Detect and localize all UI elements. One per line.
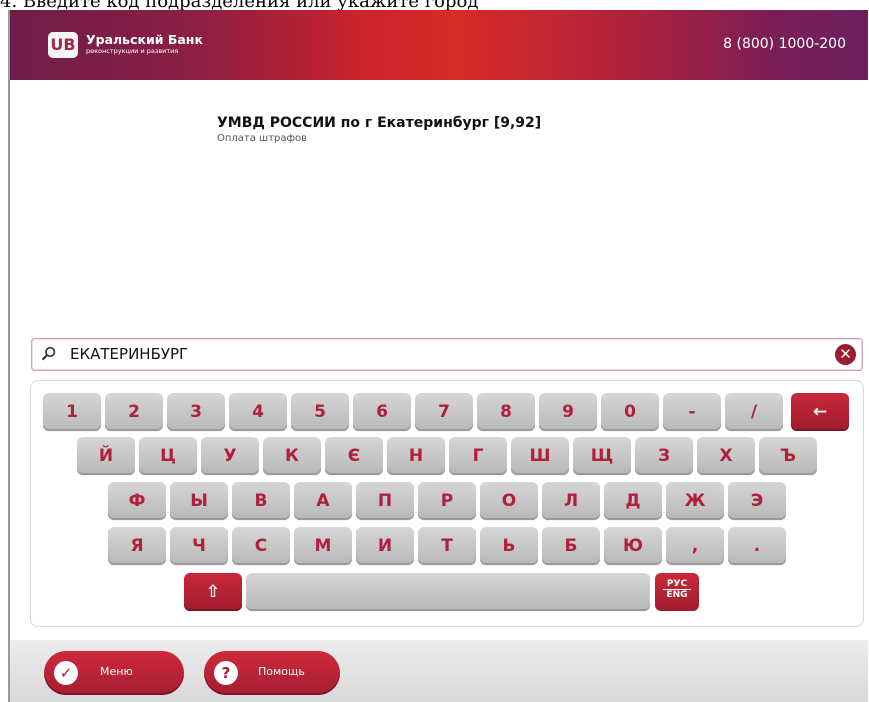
key-row2-0[interactable]: Й: [77, 437, 135, 475]
key-row2-10[interactable]: Х: [697, 437, 755, 475]
key-row4-7[interactable]: Б: [542, 527, 600, 565]
key-row1-4[interactable]: 5: [291, 393, 349, 431]
key-row2-7[interactable]: Ш: [511, 437, 569, 475]
key-row1-3[interactable]: 4: [229, 393, 287, 431]
key-row1-6[interactable]: 7: [415, 393, 473, 431]
onscreen-keyboard: 1 2 3 4 5 6 7 8 9 0- / Й Ц У К Є Н Г Ш Щ З Х Ъ Ф Ы В А П Р О Л Д Ж Э Я Ч С М И…: [30, 380, 864, 627]
key-row3-7[interactable]: Л: [542, 482, 600, 520]
key-row2-2[interactable]: У: [201, 437, 259, 475]
result-subtitle: Оплата штрафов: [217, 133, 308, 144]
key-row1-1[interactable]: 2: [105, 393, 163, 431]
key-row2-9[interactable]: З: [635, 437, 693, 475]
key-row3-1[interactable]: Ы: [170, 482, 228, 520]
key-row2-3[interactable]: К: [263, 437, 321, 475]
key-row3-9[interactable]: Ж: [666, 482, 724, 520]
key-row2-11[interactable]: Ъ: [759, 437, 817, 475]
key-row2-5[interactable]: Н: [387, 437, 445, 475]
key-row1-0[interactable]: 1: [43, 393, 101, 431]
key-row1-7[interactable]: 8: [477, 393, 535, 431]
key-row3-5[interactable]: Р: [418, 482, 476, 520]
menu-button-label: Меню: [100, 665, 133, 678]
key-row3-3[interactable]: А: [294, 482, 352, 520]
clear-icon[interactable]: ✕: [835, 344, 856, 365]
key-row3-0[interactable]: Ф: [108, 482, 166, 520]
key-row1-5[interactable]: 6: [353, 393, 411, 431]
key-row4-2[interactable]: С: [232, 527, 290, 565]
bank-name: Уральский Банк: [86, 32, 203, 47]
help-button-label: Помощь: [258, 665, 305, 678]
result-title: УМВД РОССИИ по г Екатеринбург [9,92]: [217, 115, 542, 131]
key-row4-10[interactable]: .: [728, 527, 786, 565]
key-row2-4[interactable]: Є: [325, 437, 383, 475]
key-row2-8[interactable]: Щ: [573, 437, 631, 475]
key-row1-11[interactable]: /: [725, 393, 783, 431]
lang-bottom-label: ENG: [666, 590, 688, 600]
backspace-key[interactable]: ←: [791, 393, 849, 431]
space-key[interactable]: [246, 573, 650, 611]
search-result-item[interactable]: УМВД РОССИИ по г Екатеринбург [9,92] Опл…: [217, 115, 541, 144]
search-input[interactable]: ЕКАТЕРИНБУРГ: [70, 345, 188, 363]
language-toggle-key[interactable]: РУС ENG: [655, 573, 699, 611]
key-row3-4[interactable]: П: [356, 482, 414, 520]
key-row4-4[interactable]: И: [356, 527, 414, 565]
key-row3-6[interactable]: О: [480, 482, 538, 520]
key-row1-8[interactable]: 9: [539, 393, 597, 431]
header: UB Уральский Банк реконструкции и развит…: [10, 10, 868, 80]
bank-logo-text: Уральский Банк реконструкции и развития: [86, 32, 203, 56]
search-field[interactable]: ЕКАТЕРИНБУРГ ✕: [31, 338, 863, 371]
key-row1-9[interactable]: 0: [601, 393, 659, 431]
kiosk-screen: UB Уральский Банк реконструкции и развит…: [8, 10, 868, 702]
help-button[interactable]: ? Помощь: [204, 651, 340, 695]
search-icon: [41, 346, 56, 361]
key-row4-9[interactable]: ,: [666, 527, 724, 565]
menu-button[interactable]: ✓ Меню: [44, 651, 184, 695]
key-row4-1[interactable]: Ч: [170, 527, 228, 565]
shift-key[interactable]: ⇧: [184, 573, 242, 611]
key-row4-5[interactable]: Т: [418, 527, 476, 565]
key-row1-2[interactable]: 3: [167, 393, 225, 431]
key-row1-10[interactable]: -: [663, 393, 721, 431]
key-row4-0[interactable]: Я: [108, 527, 166, 565]
key-row3-10[interactable]: Э: [728, 482, 786, 520]
question-circle-icon: ?: [214, 661, 238, 685]
support-phone: 8 (800) 1000-200: [723, 36, 846, 52]
key-row2-6[interactable]: Г: [449, 437, 507, 475]
check-circle-icon: ✓: [54, 661, 78, 685]
key-row4-8[interactable]: Ю: [604, 527, 662, 565]
key-row2-1[interactable]: Ц: [139, 437, 197, 475]
lang-top-label: РУС: [663, 579, 691, 590]
key-row4-6[interactable]: Ь: [480, 527, 538, 565]
key-row3-2[interactable]: В: [232, 482, 290, 520]
key-row3-8[interactable]: Д: [604, 482, 662, 520]
bank-subtitle: реконструкции и развития: [86, 47, 179, 55]
key-row4-3[interactable]: М: [294, 527, 352, 565]
bank-logo-icon: UB: [48, 32, 78, 58]
